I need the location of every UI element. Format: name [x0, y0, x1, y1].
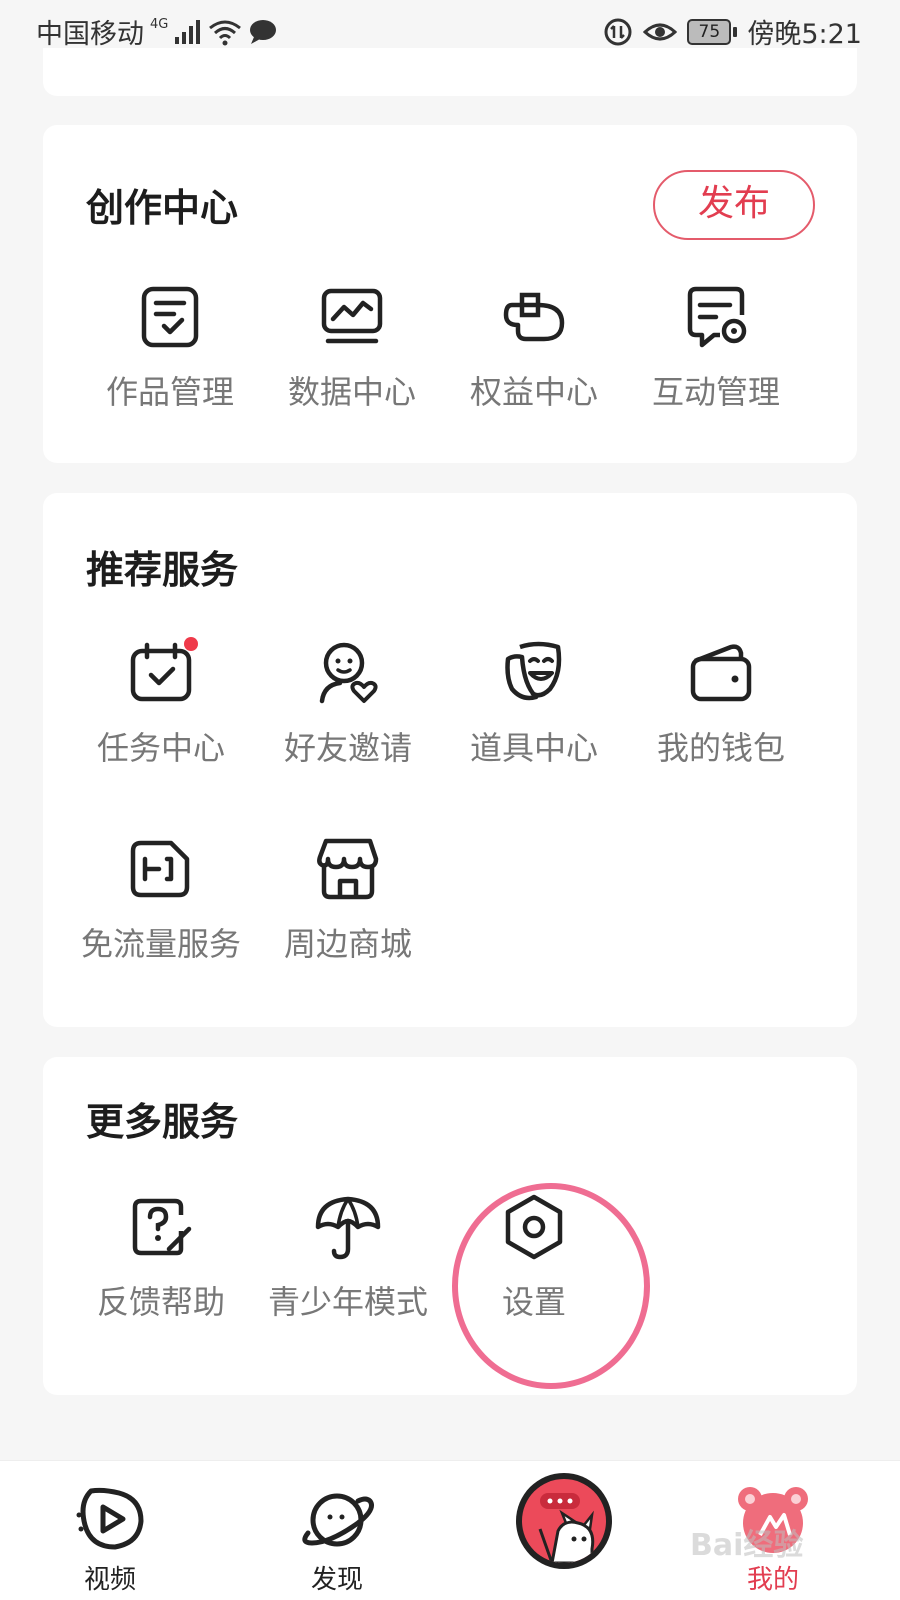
- carrier-label: 中国移动: [36, 19, 144, 50]
- data-saver-icon: [604, 18, 632, 45]
- center-create-button[interactable]: [516, 1473, 612, 1569]
- tab-discover[interactable]: 发现: [272, 1481, 402, 1596]
- recommended-services-card: 推荐服务 任务中心 好友邀请 道具中心 我的钱包 免流量服务 周边商城: [43, 493, 857, 1027]
- notification-dot: [184, 637, 198, 651]
- publish-button[interactable]: 发布: [653, 170, 815, 240]
- interaction-manage-icon: [687, 286, 747, 348]
- wallet-icon: [690, 644, 752, 702]
- shop-icon: [317, 838, 379, 900]
- grid-item-label: 我的钱包: [656, 729, 785, 767]
- props-mask-icon: [505, 641, 562, 701]
- battery-tip: [733, 26, 738, 37]
- grid-item-label: 好友邀请: [283, 729, 412, 767]
- network-label: 4G: [150, 17, 169, 32]
- creation-center-title: 创作中心: [86, 186, 239, 230]
- tab-label: 发现: [310, 1565, 363, 1595]
- more-services-title: 更多服务: [86, 1100, 239, 1144]
- video-play-icon: [76, 1487, 144, 1550]
- status-right: 75 傍晚5:21: [603, 12, 862, 51]
- watermark: Bai经验: [690, 1528, 804, 1563]
- clock: 傍晚5:21: [747, 19, 862, 50]
- grid-item-friend-invite[interactable]: 好友邀请: [258, 637, 438, 769]
- message-bubble-icon: [250, 19, 277, 44]
- grid-item-free-data[interactable]: 免流量服务: [71, 833, 251, 965]
- umbrella-icon: [315, 1196, 381, 1260]
- friend-invite-icon: [319, 642, 378, 704]
- grid-item-label: 任务中心: [96, 729, 225, 767]
- grid-item-task-center[interactable]: 任务中心: [71, 637, 251, 769]
- previous-card-bottom: [43, 48, 857, 96]
- more-services-card: 更多服务 反馈帮助 青少年模式 设置: [43, 1057, 857, 1395]
- battery-level: 75: [687, 18, 732, 45]
- feedback-help-icon: [132, 1198, 192, 1256]
- grid-item-label: 权益中心: [469, 373, 598, 411]
- grid-item-interaction-manage[interactable]: 互动管理: [626, 281, 806, 413]
- grid-item-benefits[interactable]: 权益中心: [444, 281, 624, 413]
- sim-card-icon: [130, 840, 190, 898]
- grid-item-feedback-help[interactable]: 反馈帮助: [71, 1191, 251, 1323]
- signal-icon: [175, 19, 201, 44]
- center-create-icon: [522, 1479, 606, 1563]
- creation-center-card: 创作中心 发布 作品管理 数据中心 权益中心 互动管理: [43, 125, 857, 463]
- grid-item-label: 免流量服务: [80, 925, 241, 963]
- status-left: 中国移动 4G: [36, 12, 278, 51]
- battery-indicator: 75: [687, 18, 738, 45]
- settings-highlight-ring: [452, 1183, 650, 1389]
- grid-item-label: 青少年模式: [267, 1283, 428, 1321]
- grid-item-works-manage[interactable]: 作品管理: [80, 281, 260, 413]
- tab-label: 我的: [746, 1565, 799, 1595]
- grid-item-label: 互动管理: [651, 373, 780, 411]
- tab-video[interactable]: 视频: [45, 1481, 175, 1596]
- grid-item-props-center[interactable]: 道具中心: [444, 637, 624, 769]
- grid-item-teen-mode[interactable]: 青少年模式: [258, 1191, 438, 1323]
- grid-item-label: 周边商城: [283, 925, 412, 963]
- grid-item-merch-shop[interactable]: 周边商城: [258, 833, 438, 965]
- benefits-icon: [503, 292, 565, 342]
- grid-item-label: 道具中心: [469, 729, 598, 767]
- tab-label: 视频: [83, 1565, 136, 1595]
- data-chart-icon: [321, 288, 383, 344]
- grid-item-data-center[interactable]: 数据中心: [262, 281, 442, 413]
- grid-item-wallet[interactable]: 我的钱包: [631, 637, 811, 769]
- grid-item-label: 作品管理: [105, 373, 234, 411]
- grid-item-label: 反馈帮助: [96, 1283, 225, 1321]
- wifi-icon: [209, 20, 242, 45]
- eye-icon: [643, 23, 678, 40]
- recommended-services-title: 推荐服务: [86, 548, 239, 592]
- grid-item-label: 数据中心: [287, 373, 416, 411]
- works-manage-icon: [141, 286, 199, 348]
- center-mascot-icon: [538, 1493, 595, 1563]
- planet-icon: [302, 1493, 374, 1547]
